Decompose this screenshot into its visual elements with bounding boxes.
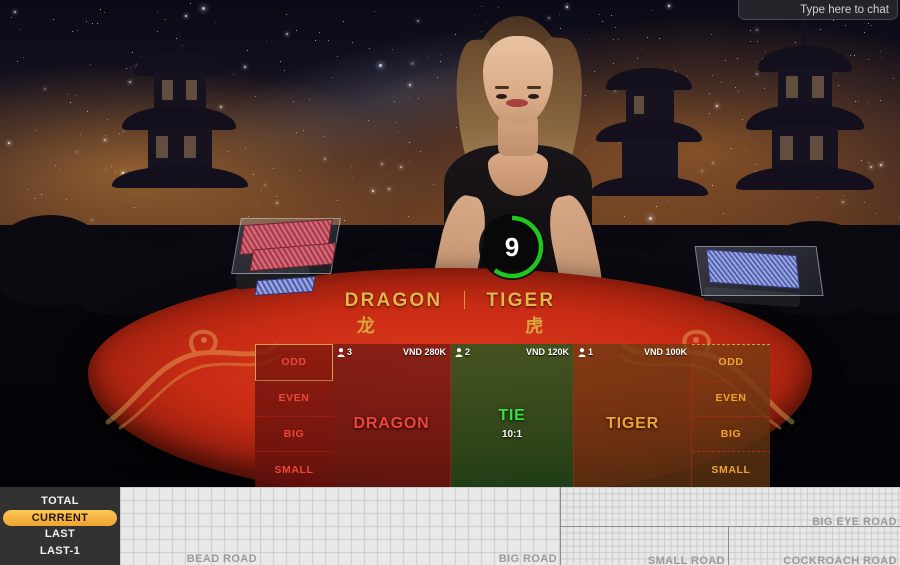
small-road-panel[interactable]: SMALL ROAD <box>560 526 728 565</box>
chat-input-box[interactable]: Type here to chat <box>738 0 898 20</box>
bet-tiger-odd[interactable]: ODD <box>692 344 770 381</box>
person-icon <box>455 347 463 357</box>
tie-player-count-value: 2 <box>465 347 471 357</box>
road-stat-last-1[interactable]: LAST-1 <box>0 543 120 560</box>
card-shoe-right <box>694 244 824 308</box>
road-stat-total[interactable]: TOTAL <box>0 493 120 510</box>
table-title-dragon: DRAGON <box>344 290 443 311</box>
tiger-label: TIGER <box>606 414 659 432</box>
tiger-player-count: 1 <box>578 347 593 357</box>
tie-bet-body: TIE 10:1 <box>451 360 573 487</box>
derived-roads-panel: BIG EYE ROAD SMALL ROAD COCKROACH ROAD <box>560 487 900 565</box>
dragon-player-count: 3 <box>337 347 352 357</box>
road-stat-current[interactable]: CURRENT <box>3 509 117 526</box>
big-road-panel[interactable]: BIG ROAD <box>260 487 560 565</box>
bet-dragon-even[interactable]: EVEN <box>255 381 333 417</box>
dealer-face <box>483 36 553 124</box>
countdown-timer: 9 <box>479 214 545 280</box>
card-shoe-left <box>231 212 350 297</box>
bet-spot-dragon[interactable]: 3 VND 280K DRAGON <box>333 344 451 487</box>
pagoda-right <box>730 18 880 198</box>
chat-placeholder: Type here to chat <box>800 3 889 16</box>
roadmap-stats-sidebar: TOTAL CURRENT LAST LAST-1 <box>0 487 120 565</box>
dragon-bet-body: DRAGON <box>333 360 450 487</box>
tiger-player-count-value: 1 <box>588 347 594 357</box>
big-eye-road-panel[interactable]: BIG EYE ROAD <box>560 487 900 526</box>
dragon-side-bets: ODD EVEN BIG SMALL <box>255 344 333 487</box>
dragon-label: DRAGON <box>353 414 430 432</box>
bet-tiger-small[interactable]: SMALL <box>692 452 770 487</box>
pagoda-left <box>110 30 250 200</box>
bet-tiger-even[interactable]: EVEN <box>692 381 770 417</box>
tie-bet-amount: VND 120K <box>525 347 569 357</box>
road-stat-last[interactable]: LAST <box>0 526 120 543</box>
tie-payout: 10:1 <box>501 429 522 440</box>
dragon-bet-header: 3 VND 280K <box>333 344 450 360</box>
roadmap-bar: TOTAL CURRENT LAST LAST-1 10JQ55JQ5310K6… <box>0 487 900 565</box>
person-icon <box>578 347 586 357</box>
betting-panel: ODD EVEN BIG SMALL 3 VND 280K DRAGON 2 V… <box>255 344 770 487</box>
tiger-bet-body: TIGER <box>574 360 691 487</box>
live-video-stream: DRAGON TIGER 龙 虎 9 ODD EVEN BIG SMALL 3 … <box>0 0 900 487</box>
tie-player-count: 2 <box>455 347 470 357</box>
dragon-bet-amount: VND 280K <box>402 347 446 357</box>
live-dragon-tiger-game: DRAGON TIGER 龙 虎 9 ODD EVEN BIG SMALL 3 … <box>0 0 900 565</box>
timer-seconds: 9 <box>504 231 520 262</box>
table-title-tiger: TIGER <box>486 290 556 311</box>
bead-road-panel[interactable]: 10JQ55JQ5310K6KJ79Q6KJ5J67JJK BEAD ROAD <box>120 487 260 565</box>
roadmap-grids: 10JQ55JQ5310K6KJ79Q6KJ5J67JJK BEAD ROAD … <box>120 487 900 565</box>
bet-dragon-small[interactable]: SMALL <box>255 452 333 487</box>
bet-spot-tie[interactable]: 2 VND 120K TIE 10:1 <box>451 344 574 487</box>
table-title-tiger-cn: 虎 <box>525 316 544 337</box>
tie-bet-header: 2 VND 120K <box>451 344 573 360</box>
bet-tiger-big[interactable]: BIG <box>692 417 770 453</box>
tiger-side-bets: ODD EVEN BIG SMALL <box>692 344 770 487</box>
dragon-player-count-value: 3 <box>347 347 353 357</box>
table-title-chinese: 龙 虎 <box>88 312 812 338</box>
dealer-lips <box>506 99 528 107</box>
table-title-separator <box>463 291 465 309</box>
tiger-bet-header: 1 VND 100K <box>574 344 691 360</box>
table-title-dragon-cn: 龙 <box>356 316 375 337</box>
tiger-bet-amount: VND 100K <box>643 347 687 357</box>
person-icon <box>337 347 345 357</box>
bet-dragon-big[interactable]: BIG <box>255 417 333 453</box>
bet-dragon-odd[interactable]: ODD <box>255 344 333 381</box>
tie-label: TIE <box>498 407 526 424</box>
bet-spot-tiger[interactable]: 1 VND 100K TIGER <box>574 344 692 487</box>
cockroach-road-panel[interactable]: COCKROACH ROAD <box>728 526 900 565</box>
